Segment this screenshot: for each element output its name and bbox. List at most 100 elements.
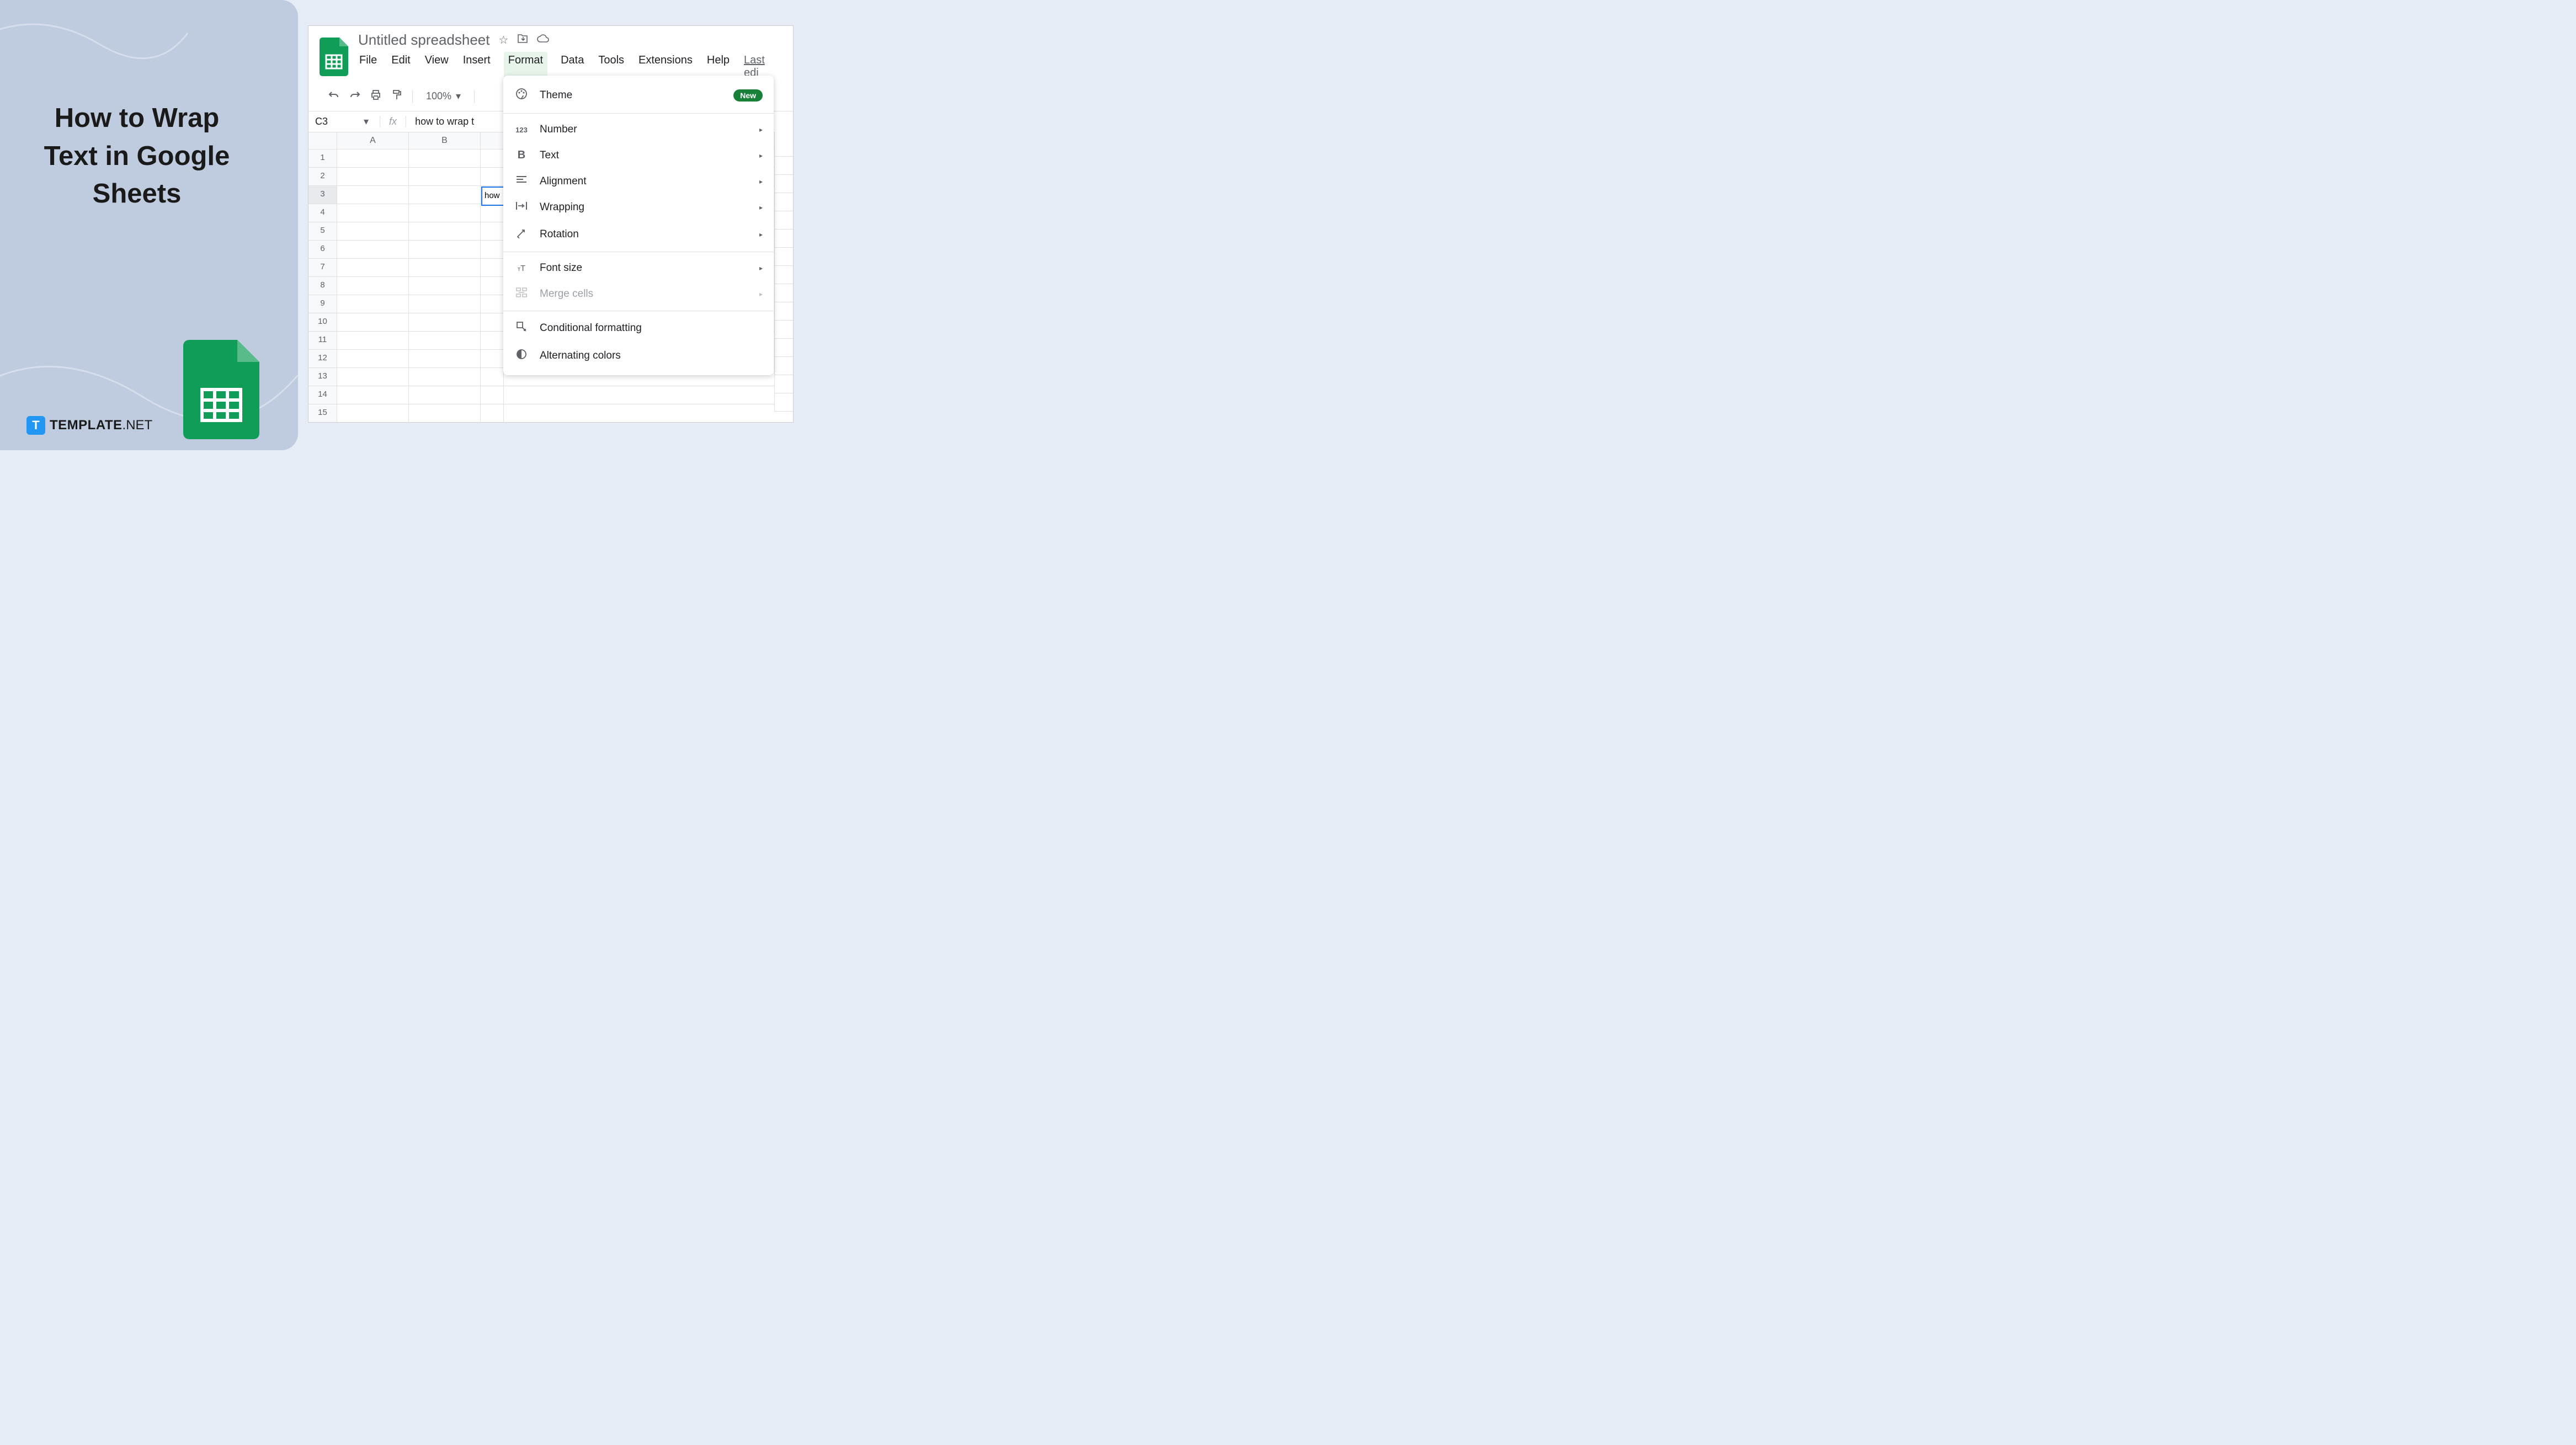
row-header[interactable]: 15 <box>308 404 337 422</box>
row-header[interactable]: 11 <box>308 332 337 349</box>
menu-item-alignment[interactable]: Alignment ▸ <box>503 168 774 194</box>
cell[interactable] <box>409 204 481 222</box>
cell[interactable] <box>409 368 481 386</box>
select-all-corner[interactable] <box>308 132 337 149</box>
cell[interactable] <box>774 284 794 302</box>
cell[interactable] <box>481 350 504 367</box>
row-header[interactable]: 8 <box>308 277 337 295</box>
cell[interactable] <box>774 393 794 412</box>
menu-item-wrapping[interactable]: Wrapping ▸ <box>503 194 774 221</box>
cloud-status-icon[interactable] <box>537 34 549 46</box>
row-header[interactable]: 6 <box>308 241 337 258</box>
cell[interactable] <box>481 241 504 258</box>
cell[interactable] <box>337 295 409 313</box>
print-icon[interactable] <box>370 89 381 103</box>
cell[interactable] <box>409 277 481 295</box>
menu-item-alternating-colors[interactable]: Alternating colors <box>503 342 774 370</box>
row-header[interactable]: 7 <box>308 259 337 276</box>
cell[interactable] <box>337 204 409 222</box>
cell[interactable] <box>481 204 504 222</box>
menu-item-text[interactable]: B Text ▸ <box>503 142 774 168</box>
col-header-c-partial[interactable] <box>481 132 504 149</box>
cell[interactable] <box>774 230 794 248</box>
cell[interactable] <box>409 332 481 349</box>
cell[interactable] <box>481 295 504 313</box>
menu-edit[interactable]: Edit <box>390 52 411 82</box>
cell[interactable] <box>409 222 481 240</box>
cell[interactable] <box>337 386 409 404</box>
row-header[interactable]: 9 <box>308 295 337 313</box>
cell[interactable] <box>774 339 794 357</box>
document-title[interactable]: Untitled spreadsheet <box>358 31 489 49</box>
col-header-b[interactable]: B <box>409 132 481 149</box>
cell[interactable] <box>774 266 794 284</box>
cell[interactable] <box>481 368 504 386</box>
cell[interactable] <box>337 186 409 204</box>
cell[interactable] <box>774 211 794 230</box>
cell-reference[interactable]: C3 <box>308 116 364 127</box>
active-cell-c3[interactable]: how <box>481 186 504 206</box>
cell[interactable] <box>774 175 794 193</box>
cell[interactable] <box>774 248 794 266</box>
cell[interactable] <box>409 150 481 167</box>
cell[interactable] <box>481 332 504 349</box>
cell[interactable] <box>337 332 409 349</box>
cell[interactable] <box>337 313 409 331</box>
menu-insert[interactable]: Insert <box>462 52 492 82</box>
formula-input[interactable]: how to wrap t <box>406 116 474 127</box>
cell[interactable] <box>337 150 409 167</box>
cell[interactable] <box>409 295 481 313</box>
cell[interactable] <box>337 168 409 185</box>
menu-file[interactable]: File <box>358 52 378 82</box>
row-header[interactable]: 2 <box>308 168 337 185</box>
row-header[interactable]: 10 <box>308 313 337 331</box>
cell[interactable] <box>774 193 794 211</box>
paint-format-icon[interactable] <box>391 89 402 103</box>
cell[interactable] <box>481 259 504 276</box>
cell[interactable] <box>774 138 794 157</box>
cell[interactable] <box>481 150 504 167</box>
cell[interactable] <box>409 168 481 185</box>
cell[interactable] <box>481 404 504 422</box>
cell[interactable] <box>409 404 481 422</box>
cell[interactable] <box>337 222 409 240</box>
col-header-a[interactable]: A <box>337 132 409 149</box>
undo-icon[interactable] <box>328 90 339 102</box>
cell[interactable] <box>774 302 794 321</box>
cell[interactable] <box>481 277 504 295</box>
cell[interactable] <box>774 375 794 393</box>
row-header[interactable]: 5 <box>308 222 337 240</box>
menu-view[interactable]: View <box>424 52 450 82</box>
row-header[interactable]: 3 <box>308 186 337 204</box>
cell[interactable] <box>337 259 409 276</box>
cell[interactable] <box>409 241 481 258</box>
col-header-partial[interactable] <box>774 132 794 138</box>
cell[interactable] <box>337 404 409 422</box>
cell[interactable] <box>409 186 481 204</box>
menu-item-rotation[interactable]: Rotation ▸ <box>503 221 774 248</box>
cell-ref-dropdown-icon[interactable]: ▾ <box>364 116 369 127</box>
cell[interactable] <box>409 386 481 404</box>
cell[interactable] <box>337 350 409 367</box>
row-header[interactable]: 4 <box>308 204 337 222</box>
redo-icon[interactable] <box>349 90 360 102</box>
menu-item-number[interactable]: 123 Number ▸ <box>503 117 774 142</box>
menu-item-conditional-formatting[interactable]: Conditional formatting <box>503 314 774 342</box>
cell[interactable] <box>774 157 794 175</box>
menu-item-theme[interactable]: Theme New <box>503 81 774 110</box>
sheets-app-icon[interactable] <box>320 38 348 76</box>
cell[interactable] <box>409 313 481 331</box>
cell[interactable] <box>409 259 481 276</box>
cell[interactable] <box>481 168 504 185</box>
menu-item-font-size[interactable]: тT Font size ▸ <box>503 255 774 281</box>
cell[interactable] <box>337 368 409 386</box>
zoom-selector[interactable]: 100% ▾ <box>423 90 464 102</box>
cell[interactable] <box>774 357 794 375</box>
cell[interactable] <box>774 321 794 339</box>
row-header[interactable]: 12 <box>308 350 337 367</box>
cell[interactable] <box>481 386 504 404</box>
cell[interactable] <box>481 222 504 240</box>
cell[interactable] <box>409 350 481 367</box>
cell[interactable] <box>481 313 504 331</box>
cell[interactable] <box>337 241 409 258</box>
